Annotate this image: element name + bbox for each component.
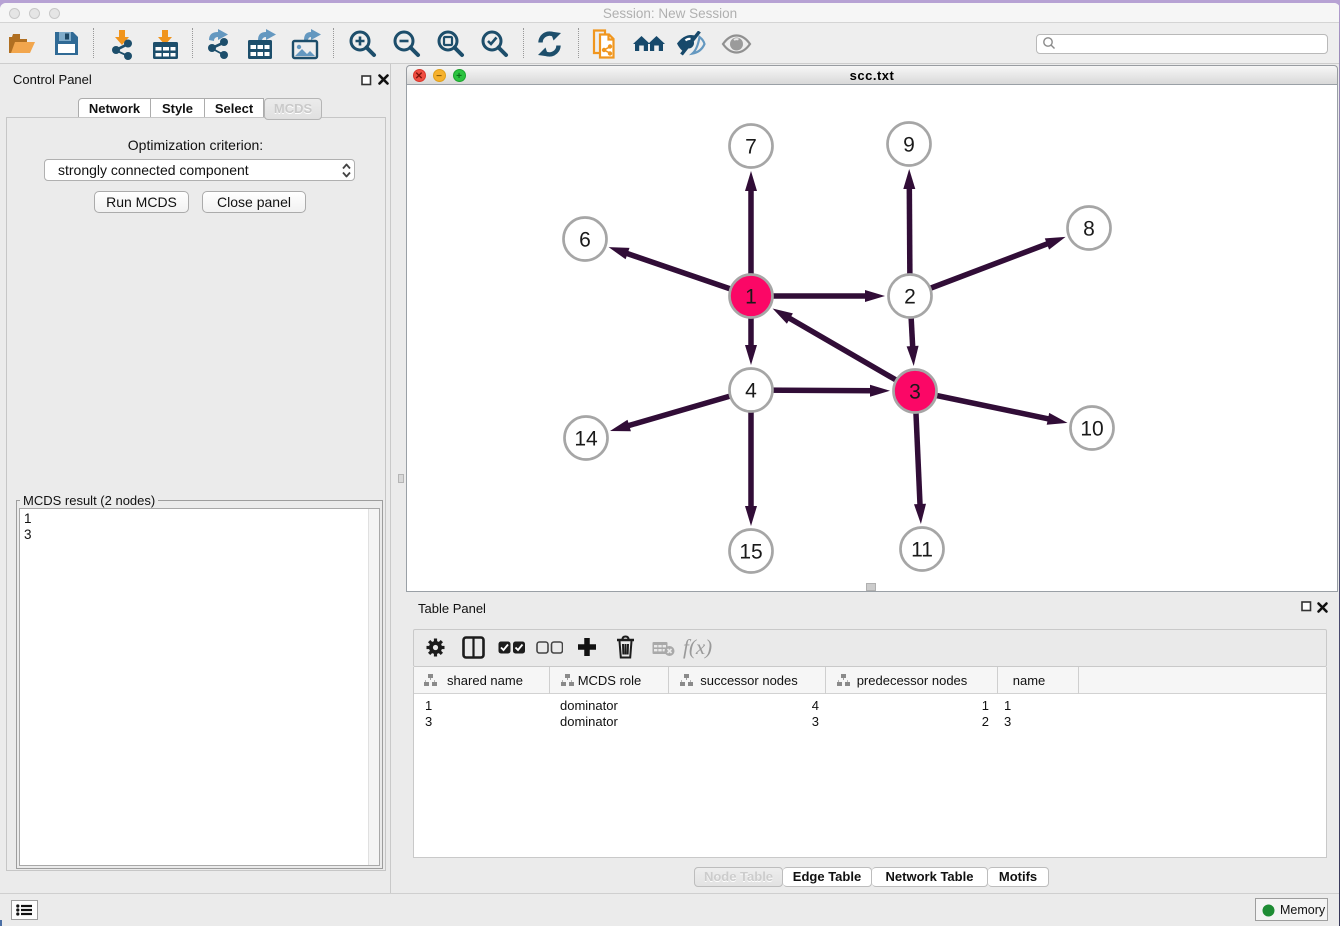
svg-text:6: 6 bbox=[579, 229, 591, 252]
svg-text:9: 9 bbox=[903, 134, 915, 157]
svg-text:4: 4 bbox=[745, 380, 757, 403]
svg-text:1: 1 bbox=[745, 286, 757, 309]
svg-text:2: 2 bbox=[904, 286, 916, 309]
svg-text:10: 10 bbox=[1080, 418, 1103, 441]
svg-text:3: 3 bbox=[909, 381, 921, 404]
svg-text:15: 15 bbox=[739, 541, 762, 564]
svg-text:11: 11 bbox=[911, 539, 933, 562]
svg-text:14: 14 bbox=[574, 428, 598, 451]
svg-text:8: 8 bbox=[1083, 218, 1095, 241]
svg-text:7: 7 bbox=[745, 136, 757, 159]
